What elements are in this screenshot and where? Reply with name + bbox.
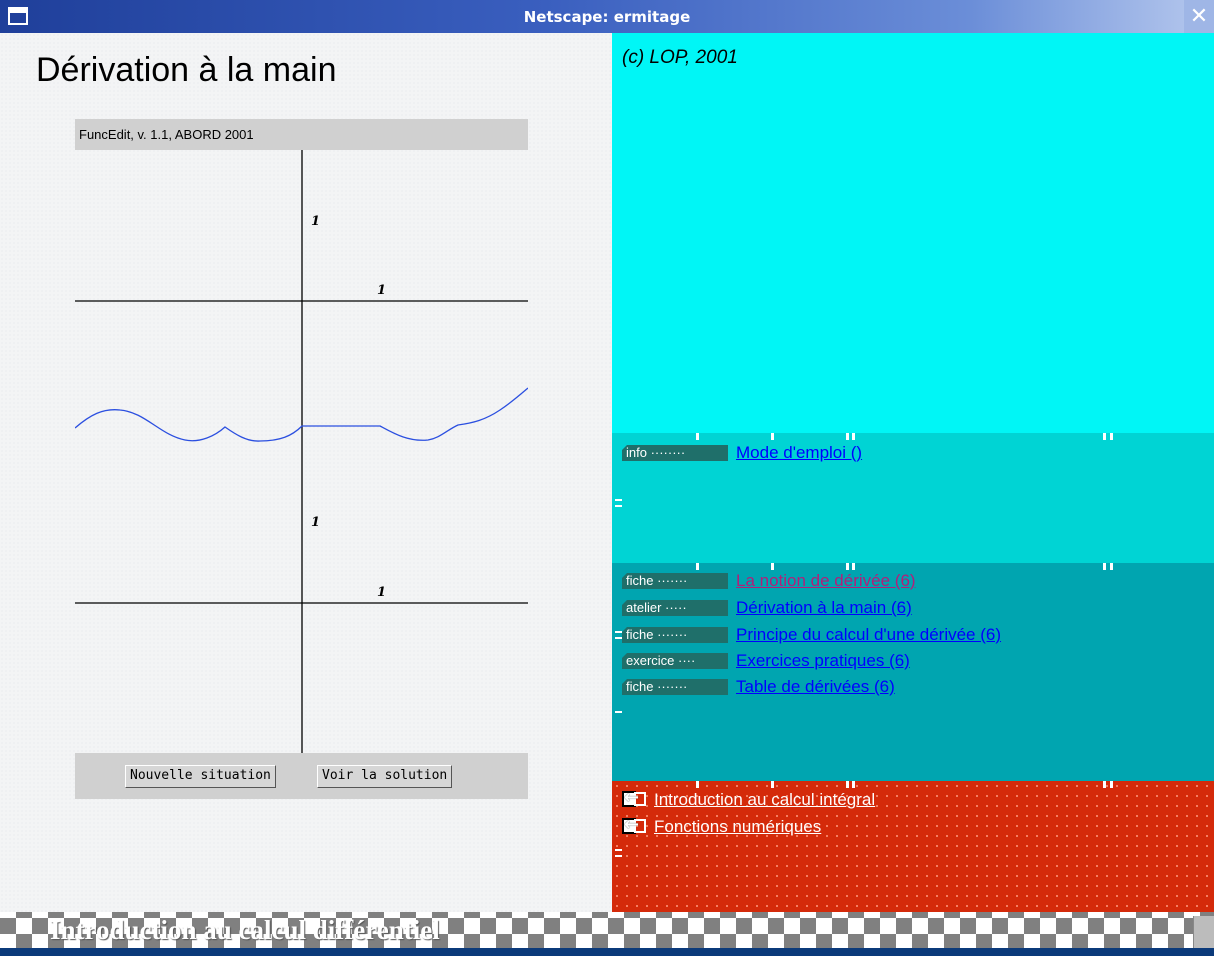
info-panel: info ········ Mode d'emploi (): [612, 433, 1214, 563]
link-mode-emploi[interactable]: Mode d'emploi (): [736, 443, 862, 463]
applet-header-label: FuncEdit, v. 1.1, ABORD 2001: [79, 127, 254, 142]
frame-tick: [1103, 433, 1106, 440]
frame-tick: [1110, 563, 1113, 570]
list-item: info ········ Mode d'emploi (): [622, 442, 862, 464]
upper-x-tick-label: 1: [377, 283, 386, 298]
frame-tick: [852, 433, 855, 440]
frame-side-mark: [615, 855, 622, 857]
lower-y-tick-label: 1: [311, 515, 320, 530]
list-item: Fonctions numériques: [622, 814, 821, 838]
item-type-tag: atelier ·····: [622, 600, 728, 616]
back-arrow-icon: [622, 787, 648, 809]
left-frame: Dérivation à la main FuncEdit, v. 1.1, A…: [0, 33, 612, 912]
link-derivation-main[interactable]: Dérivation à la main (6): [736, 598, 912, 618]
frame-side-mark: [615, 505, 622, 507]
copyright-text: (c) LOP, 2001: [622, 47, 738, 68]
new-situation-button[interactable]: Nouvelle situation: [125, 765, 276, 788]
window-bottom-edge: [0, 948, 1214, 956]
frame-tick: [1110, 433, 1113, 440]
lower-x-tick-label: 1: [377, 585, 386, 600]
close-icon[interactable]: ✕: [1184, 0, 1214, 33]
item-type-tag: info ········: [622, 445, 728, 461]
page-title: Dérivation à la main: [36, 51, 337, 89]
fiche-panel: fiche ······· La notion de dérivée (6) a…: [612, 563, 1214, 781]
frame-side-mark: [615, 637, 622, 639]
frame-tick: [846, 781, 849, 788]
item-type-tag: fiche ·······: [622, 679, 728, 695]
scroll-arrows-icon[interactable]: [1193, 916, 1214, 948]
bottom-banner-title: Introduction au calcul différentiel: [50, 915, 440, 945]
frame-tick: [771, 563, 774, 570]
frame-side-mark: [615, 631, 622, 633]
frame-tick: [1103, 781, 1106, 788]
applet-header: FuncEdit, v. 1.1, ABORD 2001: [75, 119, 528, 150]
list-item: Introduction au calcul intégral: [622, 787, 875, 811]
list-item: fiche ······· Principe du calcul d'une d…: [622, 624, 1001, 646]
right-top-frame: (c) LOP, 2001: [612, 33, 1214, 433]
frame-tick: [696, 563, 699, 570]
frame-tick: [846, 563, 849, 570]
link-principe-calcul[interactable]: Principe du calcul d'une dérivée (6): [736, 625, 1001, 645]
frame-tick: [846, 433, 849, 440]
item-type-tag: fiche ·······: [622, 627, 728, 643]
link-calcul-integral[interactable]: Introduction au calcul intégral: [654, 790, 875, 810]
link-notion-derivee[interactable]: La notion de dérivée (6): [736, 571, 916, 591]
frame-tick: [1103, 563, 1106, 570]
link-exercices-pratiques[interactable]: Exercices pratiques (6): [736, 651, 910, 671]
window-title: Netscape: ermitage: [523, 8, 691, 26]
frame-tick: [696, 781, 699, 788]
frame-tick: [1110, 781, 1113, 788]
window-titlebar[interactable]: Netscape: ermitage ✕: [0, 0, 1214, 33]
frame-side-mark: [615, 849, 622, 851]
frame-tick: [852, 563, 855, 570]
list-item: fiche ······· La notion de dérivée (6): [622, 570, 916, 592]
see-solution-button[interactable]: Voir la solution: [317, 765, 453, 788]
frame-side-mark: [615, 499, 622, 501]
back-arrow-icon: [622, 814, 648, 836]
navigation-links-panel: Introduction au calcul intégral Fonction…: [612, 781, 1214, 912]
link-fonctions-numeriques[interactable]: Fonctions numériques: [654, 817, 821, 837]
item-type-tag: fiche ·······: [622, 573, 728, 589]
list-item: exercice ···· Exercices pratiques (6): [622, 650, 910, 672]
upper-y-tick-label: 1: [311, 214, 320, 229]
list-item: fiche ······· Table de dérivées (6): [622, 676, 895, 698]
link-table-derivees[interactable]: Table de dérivées (6): [736, 677, 895, 697]
function-editor-canvas[interactable]: 1 1 1 1: [75, 150, 528, 753]
item-type-tag: exercice ····: [622, 653, 728, 669]
applet-button-bar: Nouvelle situation Voir la solution: [75, 753, 528, 799]
list-item: atelier ····· Dérivation à la main (6): [622, 597, 912, 619]
frame-tick: [771, 433, 774, 440]
frame-tick: [852, 781, 855, 788]
frame-tick: [696, 433, 699, 440]
frame-tick: [771, 781, 774, 788]
frame-side-mark: [615, 711, 622, 713]
